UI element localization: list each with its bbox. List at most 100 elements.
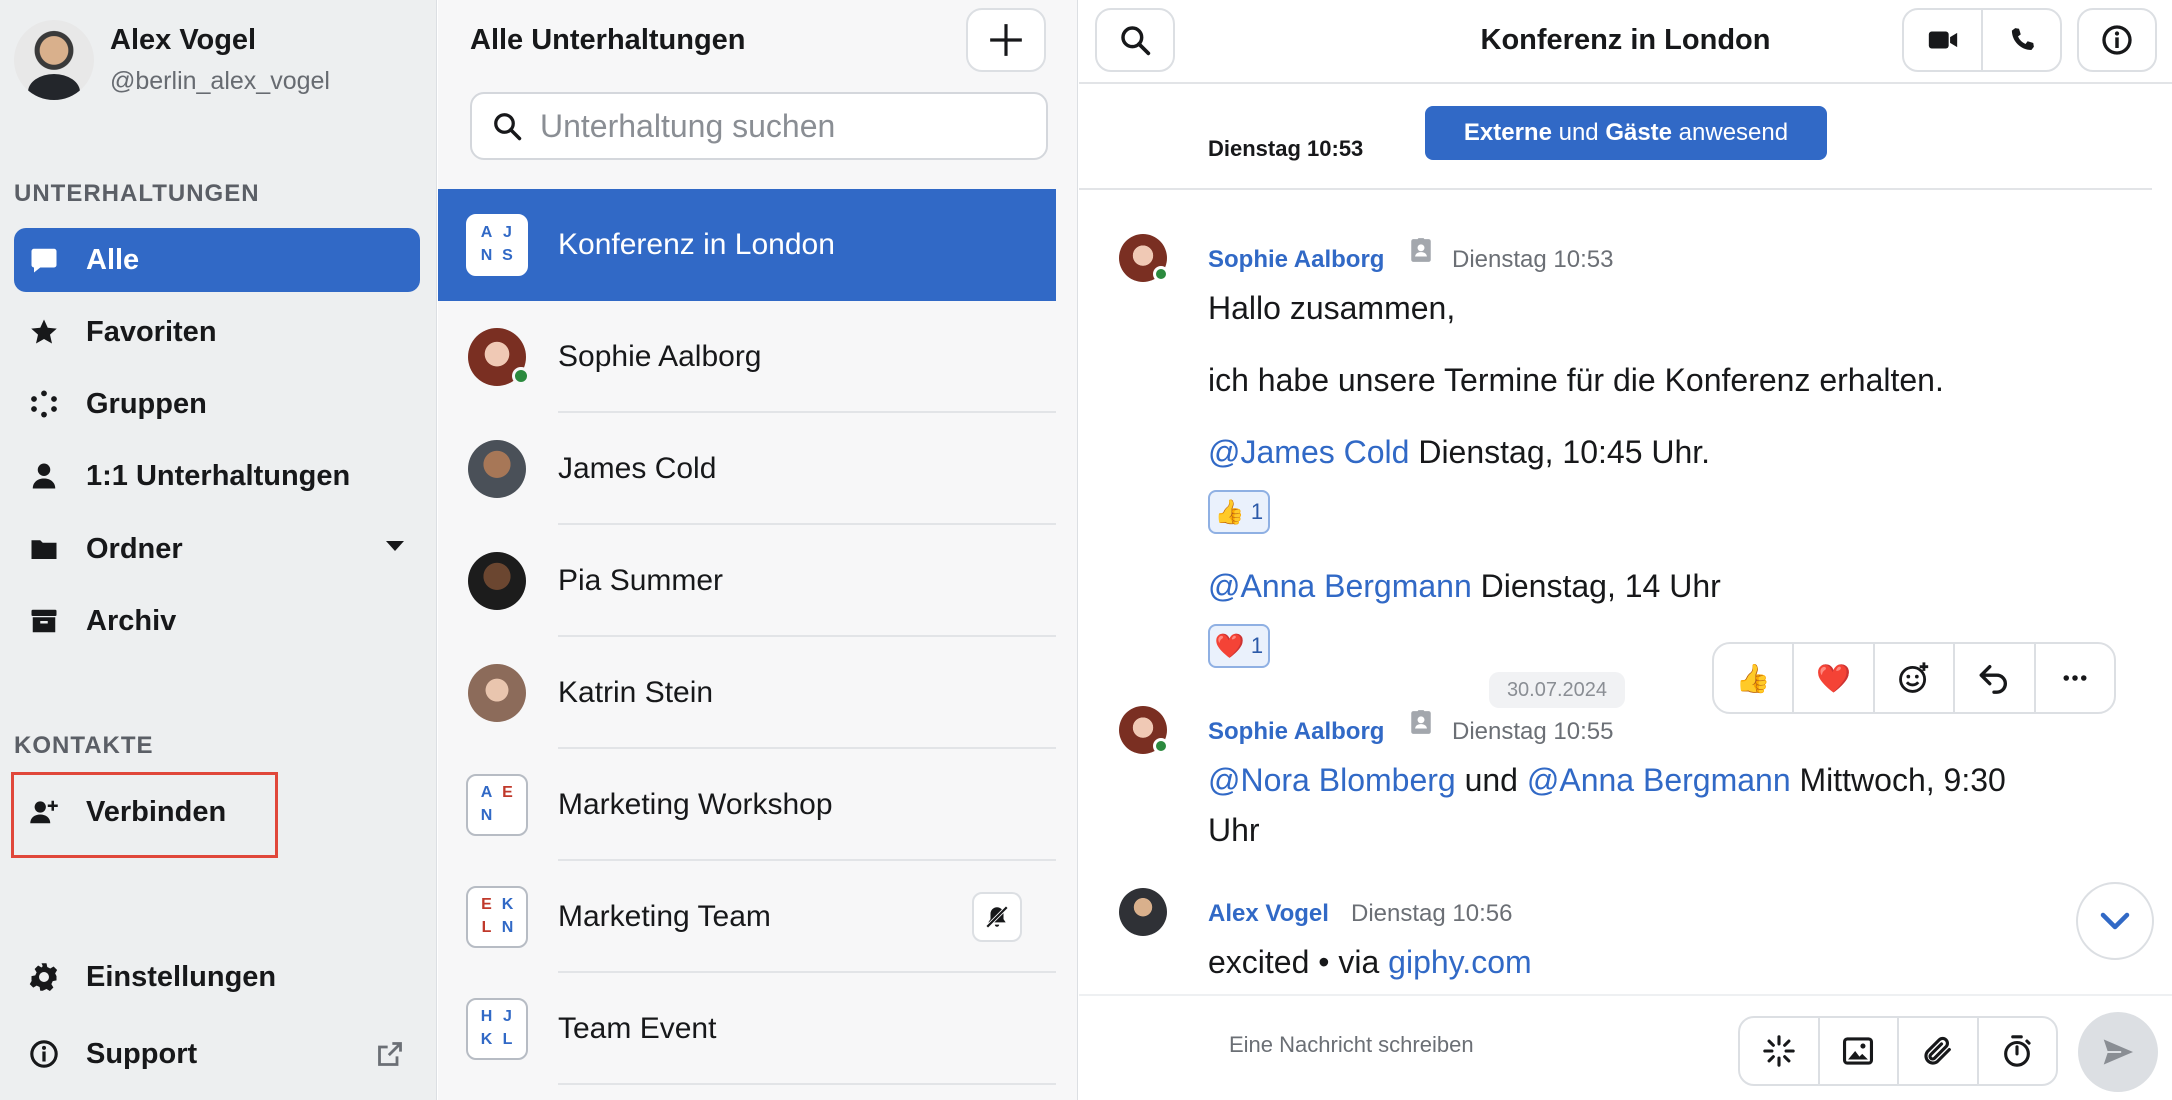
- profile-handle: @berlin_alex_vogel: [110, 67, 330, 95]
- conversation-info-button[interactable]: [2077, 8, 2157, 72]
- send-button[interactable]: [2078, 1012, 2158, 1092]
- timed-message-button[interactable]: [1976, 1018, 2057, 1084]
- group-initial: E: [502, 784, 513, 801]
- conversation-name: James Cold: [558, 452, 717, 485]
- sidebar-item-all[interactable]: Alle: [14, 228, 420, 292]
- info-icon: [28, 1038, 60, 1070]
- conversation-search[interactable]: [470, 92, 1048, 160]
- video-camera-icon: [1928, 31, 1957, 49]
- group-avatar: E K L N: [466, 886, 528, 948]
- person-icon: [28, 460, 60, 492]
- group-initial: A: [480, 784, 493, 801]
- scroll-to-bottom-button[interactable]: [2076, 882, 2154, 960]
- conversation-item[interactable]: A E N Marketing Workshop: [438, 749, 1056, 861]
- search-icon: [494, 113, 522, 141]
- message-author[interactable]: Sophie Aalborg: [1208, 246, 1384, 274]
- conversation-item[interactable]: Pia Summer: [438, 525, 1056, 637]
- sidebar-item-label: Archiv: [86, 604, 177, 637]
- sidebar: Alex Vogel @berlin_alex_vogel UNTERHALTU…: [0, 0, 437, 1100]
- sparkle-icon: [1763, 1035, 1795, 1067]
- message-actions-bar: 👍 ❤️: [1712, 642, 2116, 714]
- image-button[interactable]: [1817, 1018, 1898, 1084]
- sidebar-item-settings[interactable]: Einstellungen: [14, 945, 420, 1009]
- message-author[interactable]: Alex Vogel: [1208, 900, 1329, 928]
- group-initial: K: [501, 896, 514, 913]
- react-thumbs-up-button[interactable]: 👍: [1714, 644, 1792, 712]
- mention-link[interactable]: @Anna Bergmann: [1208, 568, 1472, 604]
- avatar[interactable]: [14, 20, 94, 100]
- avatar[interactable]: [1119, 888, 1167, 936]
- archive-icon: [28, 605, 60, 637]
- more-options-button[interactable]: [2033, 644, 2114, 712]
- mention-link[interactable]: @James Cold: [1208, 434, 1409, 470]
- gif-button[interactable]: [1740, 1018, 1818, 1084]
- group-initial: N: [480, 807, 493, 824]
- emoji-add-icon: [1899, 662, 1929, 693]
- chevron-down-icon[interactable]: [386, 541, 404, 551]
- sidebar-item-groups[interactable]: Gruppen: [14, 372, 420, 436]
- message-author[interactable]: Sophie Aalborg: [1208, 718, 1384, 746]
- mention-link[interactable]: @Anna Bergmann: [1527, 762, 1791, 798]
- video-call-button[interactable]: [1904, 10, 1981, 70]
- conversation-item[interactable]: H J K L Team Event: [438, 973, 1056, 1085]
- star-icon: [28, 316, 60, 348]
- avatar: [468, 440, 526, 498]
- group-initial: [497, 805, 518, 828]
- sidebar-item-folders[interactable]: Ordner: [14, 517, 420, 581]
- conversation-name: Pia Summer: [558, 564, 724, 597]
- reaction-chip[interactable]: ❤️ 1: [1208, 624, 1270, 668]
- group-initial: S: [502, 247, 513, 264]
- group-initial: A: [480, 224, 493, 241]
- conversation-item[interactable]: E K L N Marketing Team: [438, 861, 1056, 973]
- sidebar-item-label: Alle: [86, 243, 140, 276]
- conversation-item[interactable]: Katrin Stein: [438, 637, 1056, 749]
- plus-icon: [990, 24, 1022, 56]
- message-text: Hallo zusammen,: [1208, 290, 1456, 326]
- notice-text: Gäste: [1605, 119, 1673, 146]
- conversation-list-title: Alle Unterhaltungen: [470, 24, 746, 56]
- message-text: ich habe unsere Termine für die Konferen…: [1208, 362, 1944, 398]
- conversation-name: Marketing Workshop: [558, 788, 833, 821]
- react-heart-button[interactable]: ❤️: [1792, 644, 1872, 712]
- group-avatar: A E N: [466, 774, 528, 836]
- search-input[interactable]: [540, 107, 1020, 145]
- groups-icon: [28, 388, 60, 420]
- message-text: @Nora Blomberg und @Anna Bergmann Mittwo…: [1208, 762, 2006, 799]
- reply-button[interactable]: [1953, 644, 2033, 712]
- conversation-item[interactable]: A J N S Konferenz in London: [438, 189, 1056, 301]
- audio-call-button[interactable]: [1981, 10, 2060, 70]
- conversation-list: Alle Unterhaltungen A J N S Konferenz in…: [438, 0, 1078, 1100]
- message-text-part: excited • via: [1208, 944, 1389, 980]
- reaction-chip[interactable]: 👍 1: [1208, 490, 1270, 534]
- profile-name: Alex Vogel: [110, 24, 257, 56]
- muted-indicator[interactable]: [972, 892, 1022, 942]
- online-status-indicator: [512, 367, 530, 385]
- message-text: excited • via giphy.com: [1208, 944, 1532, 981]
- sidebar-item-support[interactable]: Support: [14, 1022, 420, 1086]
- user-profile[interactable]: Alex Vogel @berlin_alex_vogel: [14, 20, 330, 100]
- highlight-box: [11, 772, 278, 858]
- mention-link[interactable]: @Nora Blomberg: [1208, 762, 1456, 798]
- message-text: @Anna Bergmann Dienstag, 14 Uhr: [1208, 568, 1721, 605]
- sidebar-item-one-to-one[interactable]: 1:1 Unterhaltungen: [14, 444, 420, 508]
- conversation-item[interactable]: Sophie Aalborg: [438, 301, 1056, 413]
- sidebar-item-label: 1:1 Unterhaltungen: [86, 459, 351, 492]
- group-initial: E: [481, 896, 492, 913]
- message-text-part: und: [1455, 762, 1527, 798]
- message-input[interactable]: [1229, 1032, 1729, 1058]
- guests-present-banner: Externe und Gäste anwesend: [1425, 106, 1827, 160]
- date-tooltip: 30.07.2024: [1489, 672, 1625, 708]
- group-initial: L: [481, 919, 492, 936]
- conversation-item[interactable]: James Cold: [438, 413, 1056, 525]
- call-buttons: [1902, 8, 2062, 72]
- send-icon: [2100, 1036, 2137, 1068]
- conversation-name: Sophie Aalborg: [558, 340, 762, 373]
- add-reaction-button[interactable]: [1872, 644, 1953, 712]
- new-conversation-button[interactable]: [966, 8, 1046, 72]
- sidebar-item-archive[interactable]: Archiv: [14, 589, 420, 653]
- attach-file-button[interactable]: [1897, 1018, 1977, 1084]
- sidebar-item-favorites[interactable]: Favoriten: [14, 300, 420, 364]
- message-text: @James Cold Dienstag, 10:45 Uhr.: [1208, 434, 1710, 471]
- giphy-link[interactable]: giphy.com: [1388, 944, 1531, 980]
- image-icon: [1843, 1037, 1874, 1065]
